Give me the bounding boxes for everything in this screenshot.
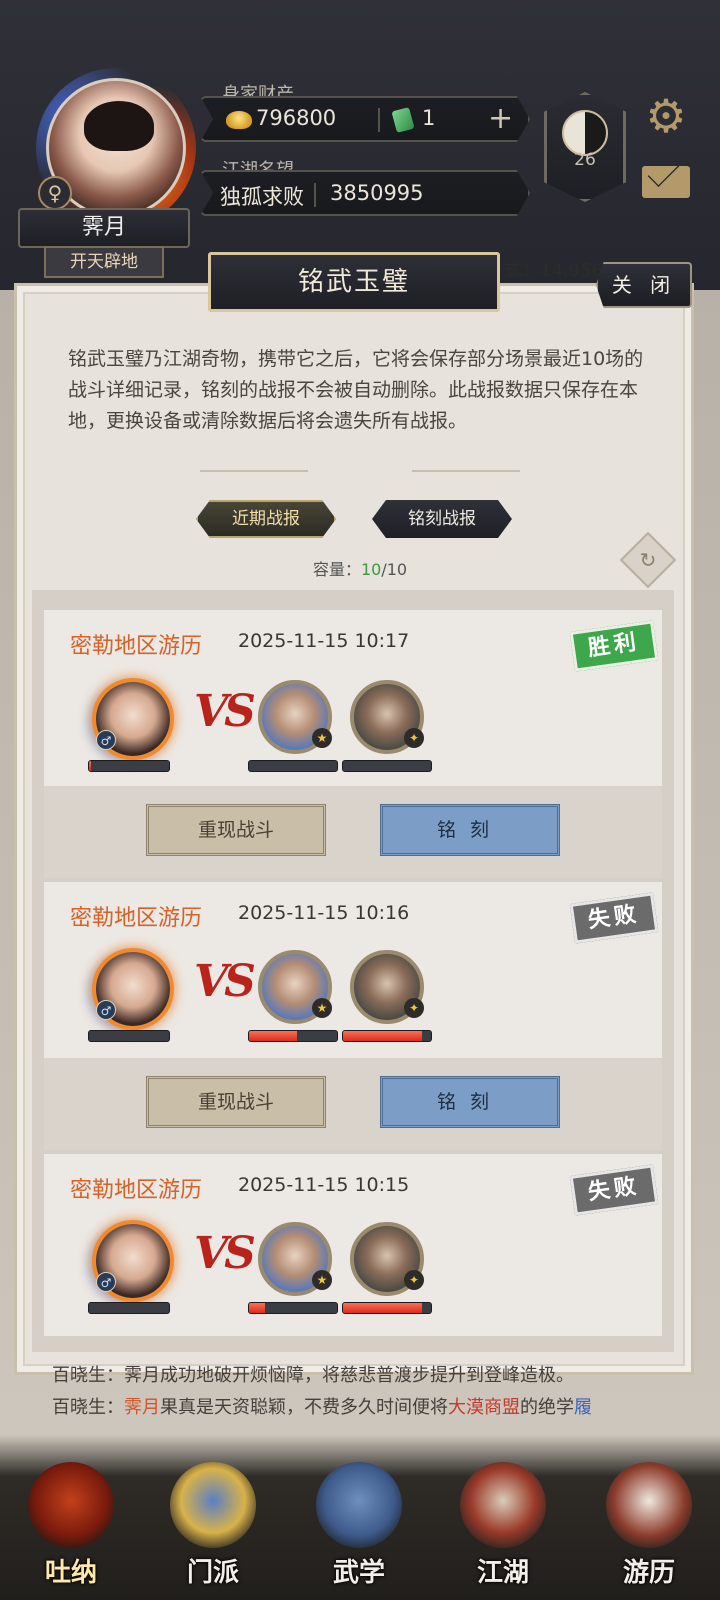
modal-title: 铭武玉璧 bbox=[208, 252, 500, 312]
battle-time: 2025-11-15 10:16 bbox=[238, 902, 410, 924]
enemy-hp-fill bbox=[343, 1031, 423, 1041]
book-icon bbox=[316, 1462, 402, 1548]
battle-result-badge: 失败 bbox=[569, 892, 659, 944]
battle-card-header: 密勒地区游历 2025-11-15 10:17 胜利 ♂ VS ★ ✦ bbox=[44, 610, 662, 786]
capacity-used: 10 bbox=[360, 560, 382, 579]
jade-amount: 1 bbox=[422, 106, 436, 130]
male-gender-icon: ♂ bbox=[96, 1272, 116, 1292]
nav-label: 吐纳 bbox=[44, 1558, 97, 1588]
enemy-hp-bar bbox=[342, 760, 432, 772]
nav-item-tuna[interactable]: 吐纳 bbox=[16, 1452, 126, 1600]
rank-star-icon: ★ bbox=[312, 1270, 332, 1290]
add-currency-button[interactable]: + bbox=[488, 104, 513, 134]
battle-result-badge: 失败 bbox=[569, 1164, 659, 1216]
prestige-rank: 独孤求败 bbox=[220, 185, 304, 209]
player-hp-fill bbox=[89, 761, 91, 771]
nav-item-travel[interactable]: 游历 bbox=[594, 1452, 704, 1600]
gold-amount: 796800 bbox=[256, 106, 337, 130]
prestige-value: 3850995 bbox=[330, 181, 424, 205]
refresh-icon: ↻ bbox=[639, 548, 657, 572]
nav-item-jianghu[interactable]: 江湖 bbox=[448, 1452, 558, 1600]
player-hp-bar bbox=[88, 1030, 170, 1042]
battle-location: 密勒地区游历 bbox=[70, 906, 203, 931]
world-log: 百晓生：霁月成功地破开烦恼障，将慈悲普渡步提升到登峰造极。 百晓生：霁月果真是天… bbox=[52, 1360, 672, 1424]
nav-label: 江湖 bbox=[476, 1558, 529, 1588]
battle-card: 密勒地区游历 2025-11-15 10:17 胜利 ♂ VS ★ ✦ 重现战斗… bbox=[44, 610, 662, 880]
enemy-hp-fill bbox=[249, 1303, 265, 1313]
tab-recent-reports[interactable]: 近期战报 bbox=[196, 500, 336, 538]
background-stat-text: 式：14,956 bbox=[504, 260, 603, 281]
log-player-name: 霁月 bbox=[124, 1397, 160, 1418]
log-text: 的绝学 bbox=[520, 1397, 574, 1418]
log-line: 百晓生：霁月果真是天资聪颖，不费多久时间便将大漠商盟的绝学履 bbox=[52, 1392, 672, 1424]
ornament-right bbox=[412, 470, 520, 472]
enemy-hp-bar bbox=[342, 1302, 432, 1314]
battle-card: 密勒地区游历 2025-11-15 10:16 失败 ♂ VS ★ ✦ 重现战斗… bbox=[44, 882, 662, 1152]
enemy-hp-bar bbox=[248, 1030, 338, 1042]
replay-battle-button[interactable]: 重现战斗 bbox=[146, 1076, 326, 1128]
battle-result-badge: 胜利 bbox=[569, 620, 659, 672]
player-hp-bar bbox=[88, 1302, 170, 1314]
horse-icon bbox=[606, 1462, 692, 1548]
engrave-button[interactable]: 铭刻 bbox=[380, 1076, 560, 1128]
male-gender-icon: ♂ bbox=[96, 730, 116, 750]
nav-label: 门派 bbox=[186, 1558, 239, 1588]
close-button[interactable]: 关 闭 bbox=[596, 262, 692, 308]
tab-engraved-reports[interactable]: 铭刻战报 bbox=[372, 500, 512, 538]
nav-item-martial[interactable]: 武学 bbox=[304, 1452, 414, 1600]
battle-card-header: 密勒地区游历 2025-11-15 10:15 失败 ♂ VS ★ ✦ bbox=[44, 1154, 662, 1330]
rank-weapon-icon: ✦ bbox=[404, 998, 424, 1018]
male-gender-icon: ♂ bbox=[96, 1000, 116, 1020]
battle-location: 密勒地区游历 bbox=[70, 1178, 203, 1203]
versus-mark: VS bbox=[194, 686, 256, 737]
modal-description: 铭武玉璧乃江湖奇物，携带它之后，它将会保存部分场景最近10场的战斗详细记录，铭刻… bbox=[68, 348, 644, 432]
player-hp-bar bbox=[88, 760, 170, 772]
battle-card-actions: 重现战斗 铭刻 bbox=[44, 786, 662, 878]
enemy-hp-fill bbox=[343, 1303, 423, 1313]
ornament-left bbox=[200, 470, 308, 472]
log-line: 百晓生：霁月成功地破开烦恼障，将慈悲普渡步提升到登峰造极。 bbox=[52, 1365, 574, 1386]
capacity-indicator: 容量：10/10 bbox=[0, 556, 720, 580]
battle-time: 2025-11-15 10:15 bbox=[238, 1174, 410, 1196]
gourd-icon bbox=[28, 1462, 114, 1548]
settings-gear-icon[interactable]: ⚙ bbox=[642, 92, 690, 140]
female-gender-icon: ♀ bbox=[38, 176, 72, 210]
nav-item-sect[interactable]: 门派 bbox=[158, 1452, 268, 1600]
level-number: 26 bbox=[574, 150, 596, 170]
enemy-hp-bar bbox=[248, 1302, 338, 1314]
versus-mark: VS bbox=[194, 956, 256, 1007]
hat-icon bbox=[460, 1462, 546, 1548]
battle-card: 密勒地区游历 2025-11-15 10:15 失败 ♂ VS ★ ✦ bbox=[44, 1154, 662, 1338]
log-skill: 履 bbox=[574, 1397, 592, 1418]
rank-star-icon: ★ bbox=[312, 998, 332, 1018]
versus-mark: VS bbox=[194, 1228, 256, 1279]
player-name: 霁月 bbox=[18, 208, 190, 248]
replay-battle-button[interactable]: 重现战斗 bbox=[146, 804, 326, 856]
battle-card-actions: 重现战斗 铭刻 bbox=[44, 1058, 662, 1150]
prestige-divider bbox=[314, 183, 316, 207]
log-text: 果真是天资聪颖，不费多久时间便将 bbox=[160, 1397, 448, 1418]
battle-time: 2025-11-15 10:17 bbox=[238, 630, 410, 652]
mail-icon[interactable] bbox=[642, 166, 690, 198]
log-organization: 大漠商盟 bbox=[448, 1397, 520, 1418]
banner-icon bbox=[170, 1462, 256, 1548]
rank-weapon-icon: ✦ bbox=[404, 1270, 424, 1290]
capacity-label: 容量： bbox=[312, 560, 361, 579]
log-speaker: 百晓生： bbox=[52, 1397, 124, 1418]
battle-card-header: 密勒地区游历 2025-11-15 10:16 失败 ♂ VS ★ ✦ bbox=[44, 882, 662, 1058]
wealth-divider bbox=[378, 108, 380, 132]
enemy-hp-bar bbox=[342, 1030, 432, 1042]
enemy-hp-bar bbox=[248, 760, 338, 772]
nav-label: 武学 bbox=[332, 1558, 385, 1588]
nav-label: 游历 bbox=[622, 1558, 675, 1588]
rank-star-icon: ★ bbox=[312, 728, 332, 748]
gold-ingot-icon bbox=[226, 111, 252, 129]
engrave-button[interactable]: 铭刻 bbox=[380, 804, 560, 856]
capacity-total: /10 bbox=[381, 560, 408, 579]
battle-location: 密勒地区游历 bbox=[70, 634, 203, 659]
rank-weapon-icon: ✦ bbox=[404, 728, 424, 748]
player-title: 开天辟地 bbox=[44, 246, 164, 278]
enemy-hp-fill bbox=[249, 1031, 298, 1041]
